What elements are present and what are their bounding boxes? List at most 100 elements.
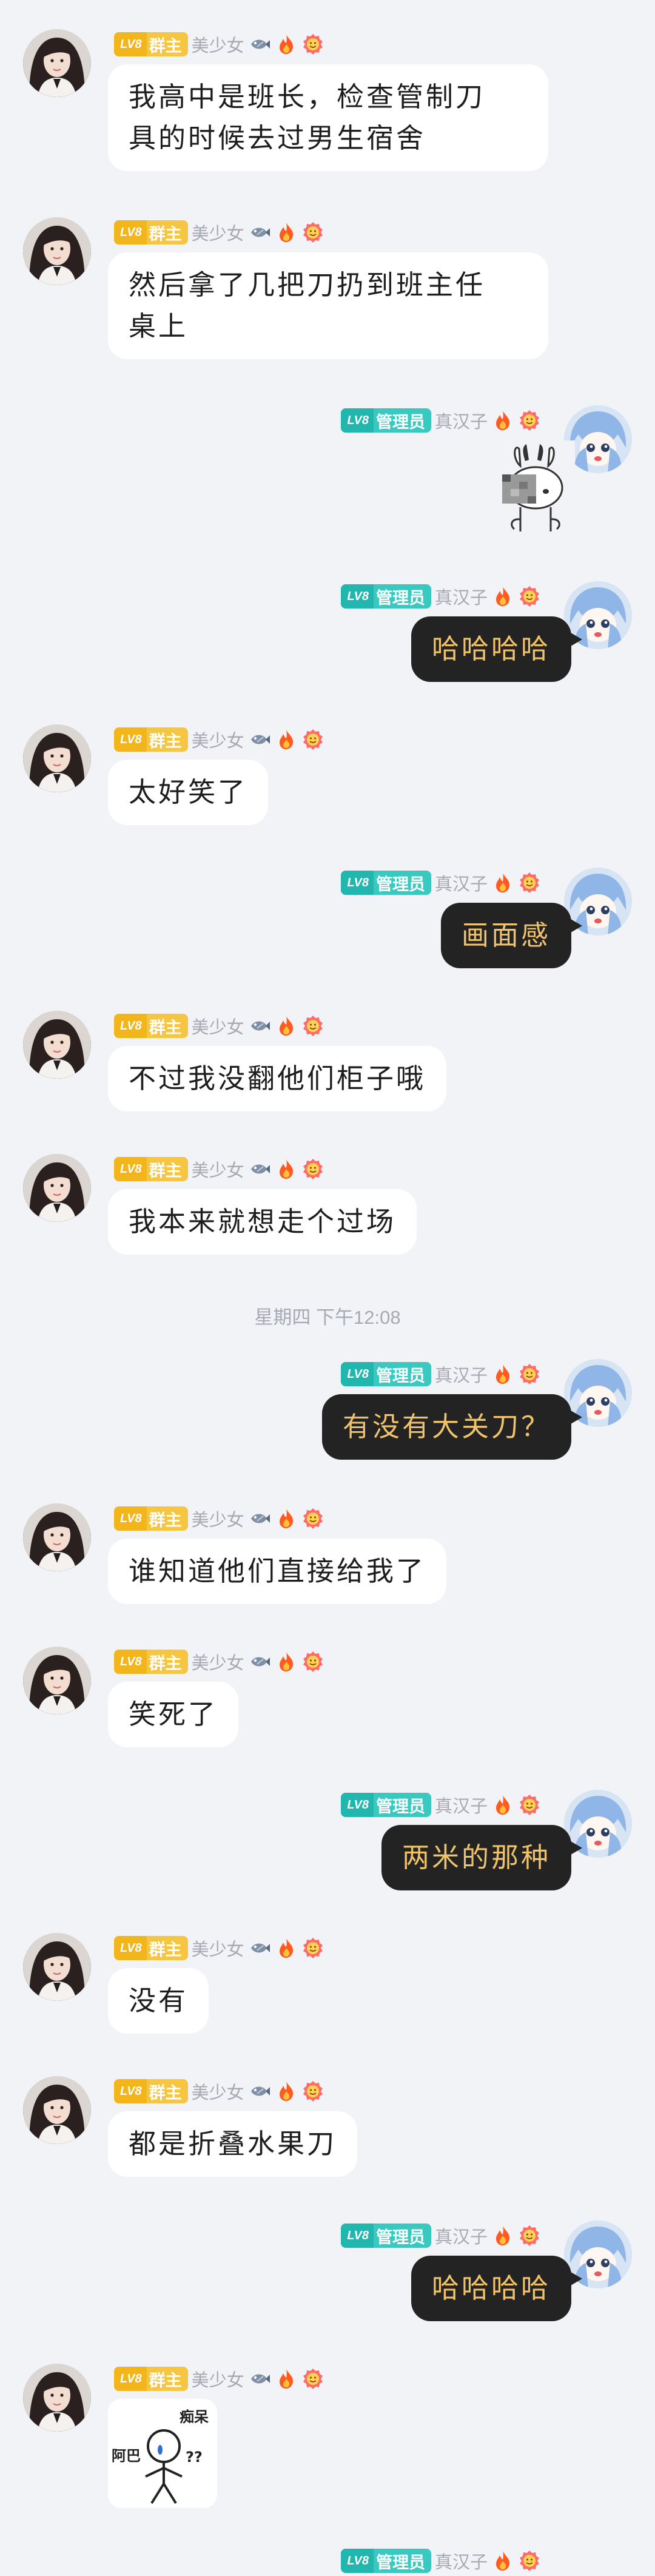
fire-icon (491, 871, 514, 894)
fire-icon (275, 1650, 298, 1673)
stickman-sticker[interactable]: 痴呆 阿巴 ?? (108, 2399, 217, 2508)
sender-nickname[interactable]: 真汉子 (435, 870, 488, 895)
sender-nickname[interactable]: 美少女 (192, 2079, 244, 2104)
message-bubble[interactable]: 画面感 (440, 903, 583, 968)
owner-avatar[interactable] (23, 1933, 91, 2001)
owner-badge: LV8 群主 (114, 1506, 188, 1531)
sun-medal-icon (518, 1793, 541, 1816)
level-label: LV8 (114, 1506, 147, 1531)
role-label: 群主 (149, 1018, 182, 1037)
sender-nickname[interactable]: 真汉子 (435, 1792, 488, 1818)
rabbit-sticker[interactable] (496, 440, 575, 538)
owner-avatar[interactable] (23, 29, 91, 97)
message-bubble[interactable]: 太好笑了 (108, 760, 269, 825)
sender-meta: LV8 群主 美少女 (114, 29, 324, 59)
role-label: 群主 (149, 1940, 182, 1959)
sender-nickname[interactable]: 美少女 (192, 1156, 244, 1182)
owner-avatar[interactable] (23, 217, 91, 285)
sun-medal-icon (518, 585, 541, 608)
message-bubble[interactable]: 没有 (108, 1968, 209, 2034)
level-label: LV8 (114, 2367, 147, 2391)
level-label: LV8 (114, 1650, 147, 1674)
owner-badge: LV8 群主 (114, 2079, 188, 2103)
sender-nickname[interactable]: 真汉子 (435, 2548, 488, 2574)
message-bubble[interactable]: 两米的那种 (381, 1825, 583, 1890)
level-label: LV8 (341, 2549, 374, 2573)
sender-nickname[interactable]: 美少女 (192, 32, 244, 57)
sender-meta: 真汉子 LV8 管理员 (341, 581, 541, 612)
message-bubble[interactable]: 我本来就想走个过场 (108, 1189, 417, 1255)
admin-badge: LV8 管理员 (341, 2549, 431, 2573)
level-label: LV8 (114, 220, 147, 244)
sun-medal-icon (301, 1014, 324, 1037)
fire-icon (275, 728, 298, 751)
role-label: 管理员 (375, 413, 425, 431)
fish-icon (248, 1158, 271, 1181)
owner-avatar[interactable] (23, 1647, 91, 1715)
sender-nickname[interactable]: 美少女 (192, 1506, 244, 1531)
fish-icon (248, 728, 271, 751)
message-bubble[interactable]: 然后拿了几把刀扔到班主任 桌上 (108, 252, 548, 359)
sender-nickname[interactable]: 美少女 (192, 1649, 244, 1674)
fish-icon (248, 1507, 271, 1530)
sender-nickname[interactable]: 真汉子 (435, 584, 488, 609)
fire-icon (275, 1014, 298, 1037)
sun-medal-icon (518, 1363, 541, 1386)
message-bubble[interactable]: 有没有大关刀？ (321, 1394, 583, 1460)
sender-nickname[interactable]: 美少女 (192, 727, 244, 752)
sun-medal-icon (518, 2224, 541, 2247)
owner-avatar[interactable] (23, 2364, 91, 2432)
sender-nickname[interactable]: 美少女 (192, 1013, 244, 1039)
sender-meta: 真汉子 LV8 管理员 (341, 868, 541, 898)
message-bubble[interactable]: 都是折叠水果刀 (108, 2111, 358, 2177)
owner-avatar[interactable] (23, 1503, 91, 1571)
owner-avatar[interactable] (23, 2076, 91, 2144)
message-bubble[interactable]: 哈哈哈哈 (411, 616, 583, 682)
message-bubble[interactable]: 哈哈哈哈 (411, 2256, 583, 2321)
sun-medal-icon (301, 2080, 324, 2103)
level-label: LV8 (341, 1362, 374, 1386)
sender-nickname[interactable]: 美少女 (192, 220, 244, 245)
sun-medal-icon (301, 728, 324, 751)
owner-badge: LV8 群主 (114, 220, 188, 244)
sender-meta: LV8 群主 美少女 (114, 217, 324, 248)
message-bubble[interactable]: 我高中是班长，检查管制刀 具的时候去过男生宿舍 (108, 64, 548, 171)
level-label: LV8 (341, 871, 374, 895)
fish-icon (248, 1937, 271, 1960)
sender-nickname[interactable]: 真汉子 (435, 408, 488, 433)
level-label: LV8 (341, 2224, 374, 2248)
level-label: LV8 (341, 1793, 374, 1817)
owner-avatar[interactable] (23, 1154, 91, 1222)
fire-icon (491, 1363, 514, 1386)
fire-icon (491, 585, 514, 608)
role-label: 群主 (149, 224, 182, 243)
fire-icon (491, 1793, 514, 1816)
sender-nickname[interactable]: 真汉子 (435, 1361, 488, 1387)
message-bubble[interactable]: 笑死了 (108, 1682, 239, 1747)
fire-icon (275, 221, 298, 244)
fire-icon (275, 1158, 298, 1181)
fire-icon (491, 2224, 514, 2247)
owner-avatar[interactable] (23, 724, 91, 792)
sender-meta: 真汉子 LV8 管理员 (341, 2220, 541, 2251)
message-bubble[interactable]: 谁知道他们直接给我了 (108, 1539, 447, 1604)
owner-badge: LV8 群主 (114, 727, 188, 752)
fire-icon (491, 2549, 514, 2572)
level-label: LV8 (114, 1936, 147, 1960)
sender-meta: LV8 群主 美少女 (114, 1503, 324, 1534)
sun-medal-icon (301, 1650, 324, 1673)
role-label: 管理员 (375, 1797, 425, 1816)
owner-avatar[interactable] (23, 1011, 91, 1079)
level-label: LV8 (114, 727, 147, 752)
sender-meta: LV8 群主 美少女 (114, 1647, 324, 1677)
sender-nickname[interactable]: 美少女 (192, 2366, 244, 2392)
sender-meta: 真汉子 LV8 管理员 (341, 405, 541, 436)
sender-meta: 真汉子 LV8 管理员 (341, 1359, 541, 1389)
message-bubble[interactable]: 不过我没翻他们柜子哦 (108, 1046, 447, 1111)
fish-icon (248, 1014, 271, 1037)
level-label: LV8 (341, 584, 374, 609)
sender-nickname[interactable]: 美少女 (192, 1935, 244, 1961)
level-label: LV8 (114, 1014, 147, 1038)
sender-nickname[interactable]: 真汉子 (435, 2223, 488, 2248)
role-label: 群主 (149, 2083, 182, 2102)
